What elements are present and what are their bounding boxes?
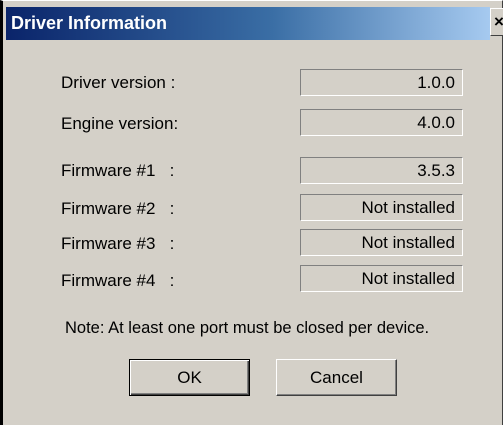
firmware-2-label: Firmware #2 : (61, 199, 175, 218)
driver-version-label: Driver version : (61, 73, 176, 92)
firmware-2-field: Not installed (300, 194, 463, 221)
firmware-1-label: Firmware #1 : (61, 161, 175, 180)
driver-version-field: 1.0.0 (300, 69, 463, 96)
close-button[interactable]: × (490, 8, 503, 36)
title-bar[interactable]: Driver Information (6, 7, 490, 40)
engine-version-field: 4.0.0 (300, 109, 463, 136)
firmware-4-field: Not installed (300, 265, 463, 292)
close-icon: × (494, 12, 503, 31)
firmware-3-label: Firmware #3 : (61, 234, 175, 253)
ok-button[interactable]: OK (129, 359, 250, 396)
dialog-title: Driver Information (11, 13, 168, 33)
firmware-3-field: Not installed (300, 229, 463, 256)
engine-version-label: Engine version: (61, 114, 179, 133)
driver-information-dialog: Driver Information × Driver version : 1.… (0, 0, 503, 425)
firmware-4-label: Firmware #4 : (61, 271, 175, 290)
cancel-button[interactable]: Cancel (276, 359, 397, 396)
firmware-1-field: 3.5.3 (300, 157, 463, 184)
port-note: Note: At least one port must be closed p… (65, 319, 430, 337)
